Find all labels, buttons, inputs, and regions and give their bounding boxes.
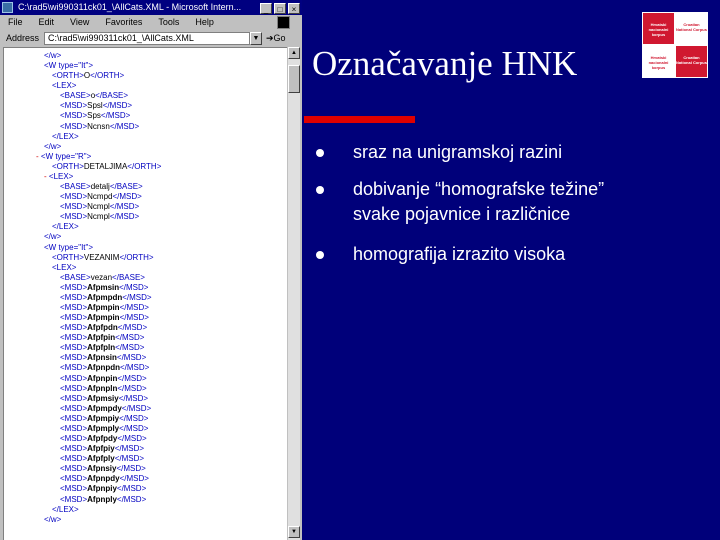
xml-line: - <W type="R"> xyxy=(36,151,92,161)
xml-line: <MSD>Afpnpin</MSD> xyxy=(60,373,147,383)
hnk-logo: Hrvatski nacionalni korpus Croatian Nati… xyxy=(642,12,708,78)
scroll-thumb[interactable] xyxy=(288,65,300,93)
title-accent-bar xyxy=(304,116,415,123)
xml-line: <MSD>Afpfpin</MSD> xyxy=(60,333,145,343)
xml-line: <MSD>Afpnply</MSD> xyxy=(60,494,147,504)
xml-line: </LEX> xyxy=(52,222,79,232)
xml-line: <MSD>Afpmpdn</MSD> xyxy=(60,292,152,302)
minimize-icon[interactable]: _ xyxy=(260,3,272,14)
scroll-up-icon[interactable]: ▲ xyxy=(288,47,300,59)
xml-line: <MSD>Ncmpd</MSD> xyxy=(60,192,142,202)
xml-line: <MSD>Afpfpiy</MSD> xyxy=(60,444,145,454)
xml-line: <LEX> xyxy=(52,81,77,91)
xml-line: <BASE>detalj</BASE> xyxy=(60,182,143,192)
ie-throbber-icon xyxy=(277,16,290,29)
xml-line: <ORTH>DETALJIMA</ORTH> xyxy=(52,161,162,171)
vertical-scrollbar[interactable]: ▲ ▼ xyxy=(287,47,300,540)
close-icon[interactable]: × xyxy=(288,3,300,14)
go-button[interactable]: ➔Go xyxy=(266,32,286,45)
logo-quadrant: Hrvatski nacionalni korpus xyxy=(643,13,674,44)
xml-line: </w> xyxy=(44,232,62,242)
browser-title: C:\rad5\wi990311ck01_\AllCats.XML - Micr… xyxy=(18,2,242,12)
xml-content-pane: </w> <W type="It"> <ORTH>O</ORTH> <LEX> <BAS… xyxy=(3,47,287,540)
xml-line: <MSD>Ncnsn</MSD> xyxy=(60,121,140,131)
xml-line: <W type="It"> xyxy=(44,242,94,252)
xml-line: <MSD>Afpmply</MSD> xyxy=(60,423,149,433)
bullet-text: homografija izrazito visoka xyxy=(353,244,566,264)
logo-quadrant: Croatian National Corpus xyxy=(676,46,707,77)
xml-line: <MSD>Afpmpdy</MSD> xyxy=(60,403,152,413)
xml-line: <MSD>Afpnpdn</MSD> xyxy=(60,363,150,373)
xml-line: <ORTH>O</ORTH> xyxy=(52,71,125,81)
bullet-dot-icon xyxy=(316,251,324,259)
bullet-dot-icon xyxy=(316,186,324,194)
address-dropdown-icon[interactable]: ▼ xyxy=(250,32,262,45)
menu-help[interactable]: Help xyxy=(195,17,214,27)
bullet-dot-icon xyxy=(316,149,324,157)
menu-view[interactable]: View xyxy=(70,17,89,27)
xml-line: <W type="It"> xyxy=(44,61,94,71)
xml-line: <MSD>Afpmsiy</MSD> xyxy=(60,393,149,403)
address-label: Address xyxy=(6,33,40,43)
menu-edit[interactable]: Edit xyxy=(39,17,55,27)
logo-quadrant: Hrvatski nacionalni korpus xyxy=(643,46,674,77)
menu-tools[interactable]: Tools xyxy=(158,17,179,27)
xml-line: <MSD>Afpnpiy</MSD> xyxy=(60,484,147,494)
xml-line: </w> xyxy=(44,141,62,151)
address-input[interactable]: C:\rad5\wi990311ck01_\AllCats.XML xyxy=(44,32,250,45)
xml-line: <MSD>Afpmpin</MSD> xyxy=(60,303,149,312)
xml-line: </w> xyxy=(44,514,62,524)
xml-line: <ORTH>VEZANIM</ORTH> xyxy=(52,252,154,262)
bullet-text: sraz na unigramskoj razini xyxy=(353,142,563,162)
xml-line: <MSD>Afpnsin</MSD> xyxy=(60,353,147,363)
browser-menubar: File Edit View Favorites Tools Help xyxy=(0,15,302,30)
xml-line: <MSD>Afpfpdy</MSD> xyxy=(60,434,147,444)
slide-title: Označavanje HNK xyxy=(312,44,578,83)
xml-line: </LEX> xyxy=(52,131,79,141)
menu-favorites[interactable]: Favorites xyxy=(105,17,142,27)
xml-line: <MSD>Afpfply</MSD> xyxy=(60,454,145,464)
browser-window: C:\rad5\wi990311ck01_\AllCats.XML - Micr… xyxy=(0,0,302,540)
xml-line: <MSD>Sps</MSD> xyxy=(60,111,131,121)
bullet-text: dobivanje “homografske težine” svake poj… xyxy=(353,179,605,224)
go-label: Go xyxy=(273,33,286,43)
xml-line: </w> xyxy=(44,51,62,60)
maximize-icon[interactable]: □ xyxy=(274,3,286,14)
xml-line: <MSD>Afpnpdy</MSD> xyxy=(60,474,149,484)
address-bar: Address C:\rad5\wi990311ck01_\AllCats.XM… xyxy=(0,30,302,47)
xml-line: <MSD>Afpmpin</MSD> xyxy=(60,313,149,323)
logo-quadrant: Croatian National Corpus xyxy=(676,13,707,44)
xml-line: <BASE>vezan</BASE> xyxy=(60,272,145,282)
xml-line: <MSD>Afpfpdn</MSD> xyxy=(60,323,148,333)
menu-file[interactable]: File xyxy=(8,17,23,27)
xml-line: <MSD>Ncmpl</MSD> xyxy=(60,212,140,222)
xml-line: <MSD>Spsl</MSD> xyxy=(60,101,133,111)
xml-line: <MSD>Afpnsiy</MSD> xyxy=(60,464,146,474)
xml-line: <BASE>o</BASE> xyxy=(60,91,129,101)
scroll-down-icon[interactable]: ▼ xyxy=(288,526,300,538)
xml-line: <MSD>Afpnpln</MSD> xyxy=(60,383,147,393)
xml-line: <MSD>Ncmpl</MSD> xyxy=(60,202,140,212)
xml-line: <MSD>Afpfpln</MSD> xyxy=(60,343,145,353)
browser-titlebar: C:\rad5\wi990311ck01_\AllCats.XML - Micr… xyxy=(0,0,302,15)
xml-line: <MSD>Afpmsin</MSD> xyxy=(60,282,149,292)
xml-line: - <LEX> xyxy=(44,171,74,181)
xml-line: </LEX> xyxy=(52,504,79,514)
xml-line: <LEX> xyxy=(52,262,77,272)
xml-line: <MSD>Afpmpiy</MSD> xyxy=(60,413,149,423)
ie-app-icon xyxy=(2,2,13,13)
